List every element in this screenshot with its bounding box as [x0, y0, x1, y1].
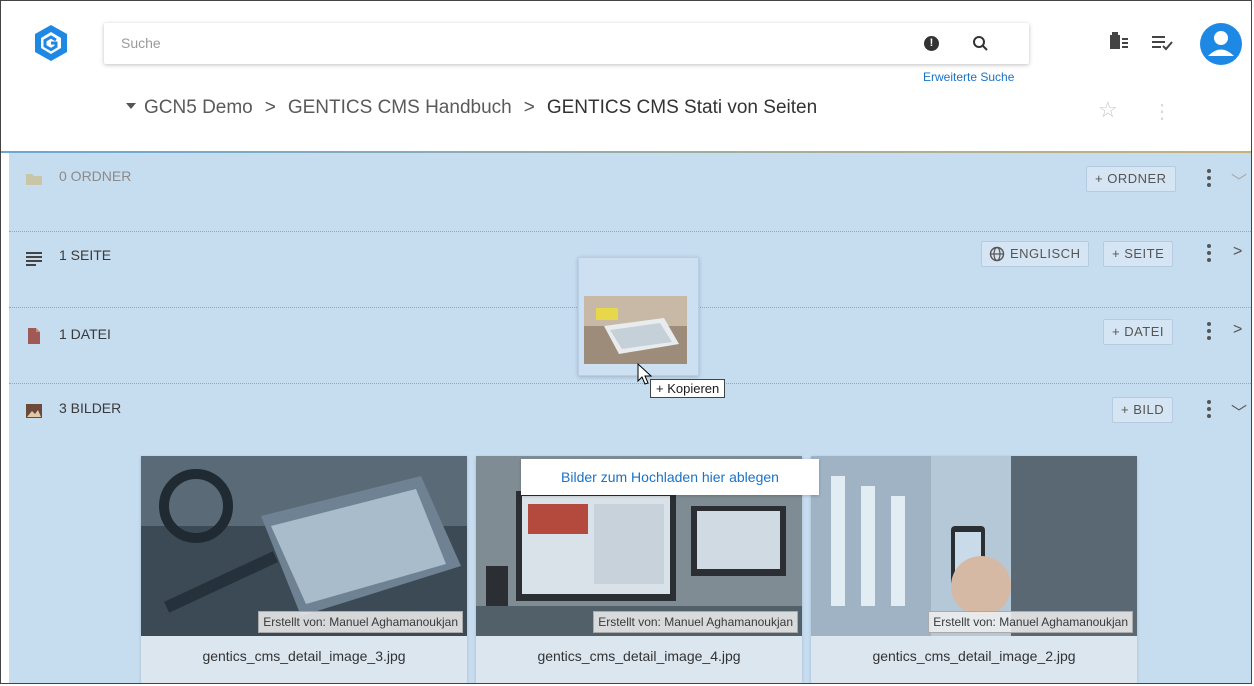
favorite-star-icon[interactable]: ☆ [1098, 97, 1118, 123]
creator-caption: Erstellt von: Manuel Aghamanoukjan [928, 611, 1133, 633]
image-filename[interactable]: gentics_cms_detail_image_4.jpg [476, 648, 802, 664]
images-more-icon[interactable] [1207, 400, 1211, 421]
language-button[interactable]: ENGLISCH [981, 241, 1090, 267]
chevron-down-icon[interactable]: ﹀ [1231, 399, 1247, 423]
breadcrumb-item-folder[interactable]: GENTICS CMS Handbuch [288, 97, 512, 118]
chevron-right-icon[interactable]: > [1233, 321, 1242, 339]
files-more-icon[interactable] [1207, 322, 1211, 343]
file-icon [28, 328, 40, 344]
folders-more-icon[interactable] [1207, 169, 1211, 190]
image-card[interactable]: Erstellt von: Manuel Aghamanoukjan genti… [811, 456, 1137, 683]
folder-icon [26, 174, 42, 185]
upload-drop-hint: Bilder zum Hochladen hier ablegen [521, 459, 819, 495]
breadcrumb-separator-icon: > [264, 97, 276, 118]
creator-caption: Erstellt von: Manuel Aghamanoukjan [258, 611, 463, 633]
pages-more-icon[interactable] [1207, 244, 1211, 265]
add-image-button[interactable]: + BILD [1112, 397, 1174, 423]
header: Suche ! Erweiterte Suche GCN5 Demo > GEN… [1, 1, 1251, 151]
breadcrumb-item-current[interactable]: GENTICS CMS Stati von Seiten [547, 97, 817, 118]
files-count-label: 1 DATEI [59, 326, 111, 342]
add-page-button[interactable]: + SEITE [1103, 241, 1174, 267]
folder-contents-drop-zone[interactable]: 0 ORDNER + ORDNER ﹀ 1 SEITE ENGLISCH + S… [9, 153, 1251, 683]
app-window: Suche ! Erweiterte Suche GCN5 Demo > GEN… [0, 0, 1252, 684]
info-icon[interactable]: ! [924, 36, 939, 51]
dragged-image-preview [578, 257, 699, 376]
folders-count-label: 0 ORDNER [59, 168, 132, 184]
image-card[interactable]: Erstellt von: Manuel Aghamanoukjan genti… [141, 456, 467, 683]
breadcrumb: GCN5 Demo > GENTICS CMS Handbuch > GENTICS C… [126, 97, 817, 119]
creator-caption: Erstellt von: Manuel Aghamanoukjan [593, 611, 798, 633]
add-file-button[interactable]: + DATEI [1103, 319, 1174, 345]
breadcrumb-separator-icon: > [523, 97, 535, 118]
images-section: 3 BILDER + BILD ﹀ [9, 383, 1251, 463]
image-thumbnail [584, 296, 687, 364]
pages-count-label: 1 SEITE [59, 247, 112, 263]
language-label: ENGLISCH [1010, 246, 1081, 261]
image-thumbnail [141, 456, 467, 636]
copy-drag-tooltip: + Kopieren [650, 379, 726, 398]
page-lines-icon [26, 252, 42, 266]
search-input[interactable]: Suche [121, 35, 161, 51]
image-thumbnail [811, 456, 1137, 636]
checklist-icon[interactable] [1149, 29, 1175, 55]
search-bar[interactable]: Suche ! [104, 23, 1029, 64]
image-filename[interactable]: gentics_cms_detail_image_2.jpg [811, 648, 1137, 664]
advanced-search-link[interactable]: Erweiterte Suche [923, 70, 1014, 84]
chevron-right-icon[interactable]: > [1233, 243, 1242, 261]
chevron-down-icon[interactable]: ﹀ [1231, 168, 1247, 192]
search-icon[interactable] [970, 33, 992, 55]
add-folder-button[interactable]: + ORDNER [1086, 166, 1176, 192]
gentics-logo-icon[interactable] [31, 23, 71, 63]
images-count-label: 3 BILDER [59, 400, 122, 416]
clipboard-icon[interactable] [1105, 29, 1131, 55]
folders-section: 0 ORDNER + ORDNER ﹀ [9, 153, 1251, 232]
more-options-icon[interactable]: ⋮ [1152, 99, 1172, 124]
globe-icon [989, 246, 1005, 262]
chevron-down-icon[interactable] [126, 102, 136, 109]
user-avatar-icon[interactable] [1200, 23, 1242, 65]
image-filename[interactable]: gentics_cms_detail_image_3.jpg [141, 648, 467, 664]
image-icon [26, 404, 42, 418]
breadcrumb-item-root[interactable]: GCN5 Demo [144, 97, 253, 118]
